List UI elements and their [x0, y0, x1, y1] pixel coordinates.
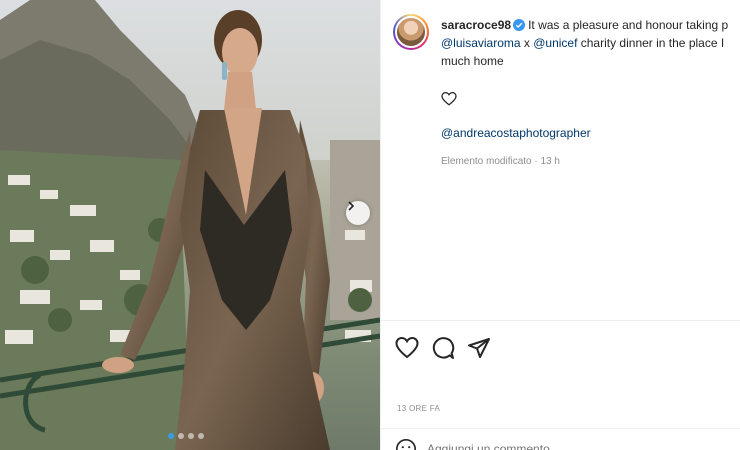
caption-text: It was a pleasure and honour taking p [528, 18, 729, 32]
verified-badge-icon [513, 19, 526, 31]
post-caption: saracroce98 It was a pleasure and honour … [441, 16, 740, 70]
caption-text: much home [441, 54, 504, 68]
divider [381, 320, 740, 321]
avatar[interactable] [393, 14, 429, 50]
heart-icon[interactable] [395, 336, 419, 360]
emoji-icon[interactable] [395, 438, 417, 450]
carousel-indicator [168, 433, 204, 439]
photo-illustration [0, 0, 380, 450]
caption-text: x [520, 36, 534, 50]
edited-label: Elemento modificato · 13 h [441, 156, 560, 167]
carousel-dot [168, 433, 174, 439]
post-photo[interactable] [0, 0, 380, 450]
carousel-dot [178, 433, 184, 439]
post-sidebar: saracroce98 It was a pleasure and honour … [380, 0, 740, 450]
comment-icon[interactable] [431, 336, 455, 360]
divider [381, 428, 740, 429]
share-icon[interactable] [467, 336, 491, 360]
carousel-next-button[interactable] [346, 201, 370, 225]
mention-link[interactable]: @unicef [533, 36, 577, 50]
heart-icon[interactable] [441, 92, 457, 106]
photographer-mention-link[interactable]: @andreacostaphotographer [441, 126, 591, 140]
caption-text: charity dinner in the place I [577, 36, 725, 50]
comment-composer [395, 438, 687, 450]
avatar-image [395, 16, 427, 48]
carousel-dot [188, 433, 194, 439]
carousel-dot [198, 433, 204, 439]
post-timestamp: 13 ORE FA [397, 404, 441, 413]
mention-link[interactable]: @luisaviaroma [441, 36, 521, 50]
username-link[interactable]: saracroce98 [441, 18, 511, 32]
comment-input[interactable] [427, 439, 687, 450]
chevron-right-icon [348, 201, 355, 211]
action-bar [395, 336, 491, 360]
